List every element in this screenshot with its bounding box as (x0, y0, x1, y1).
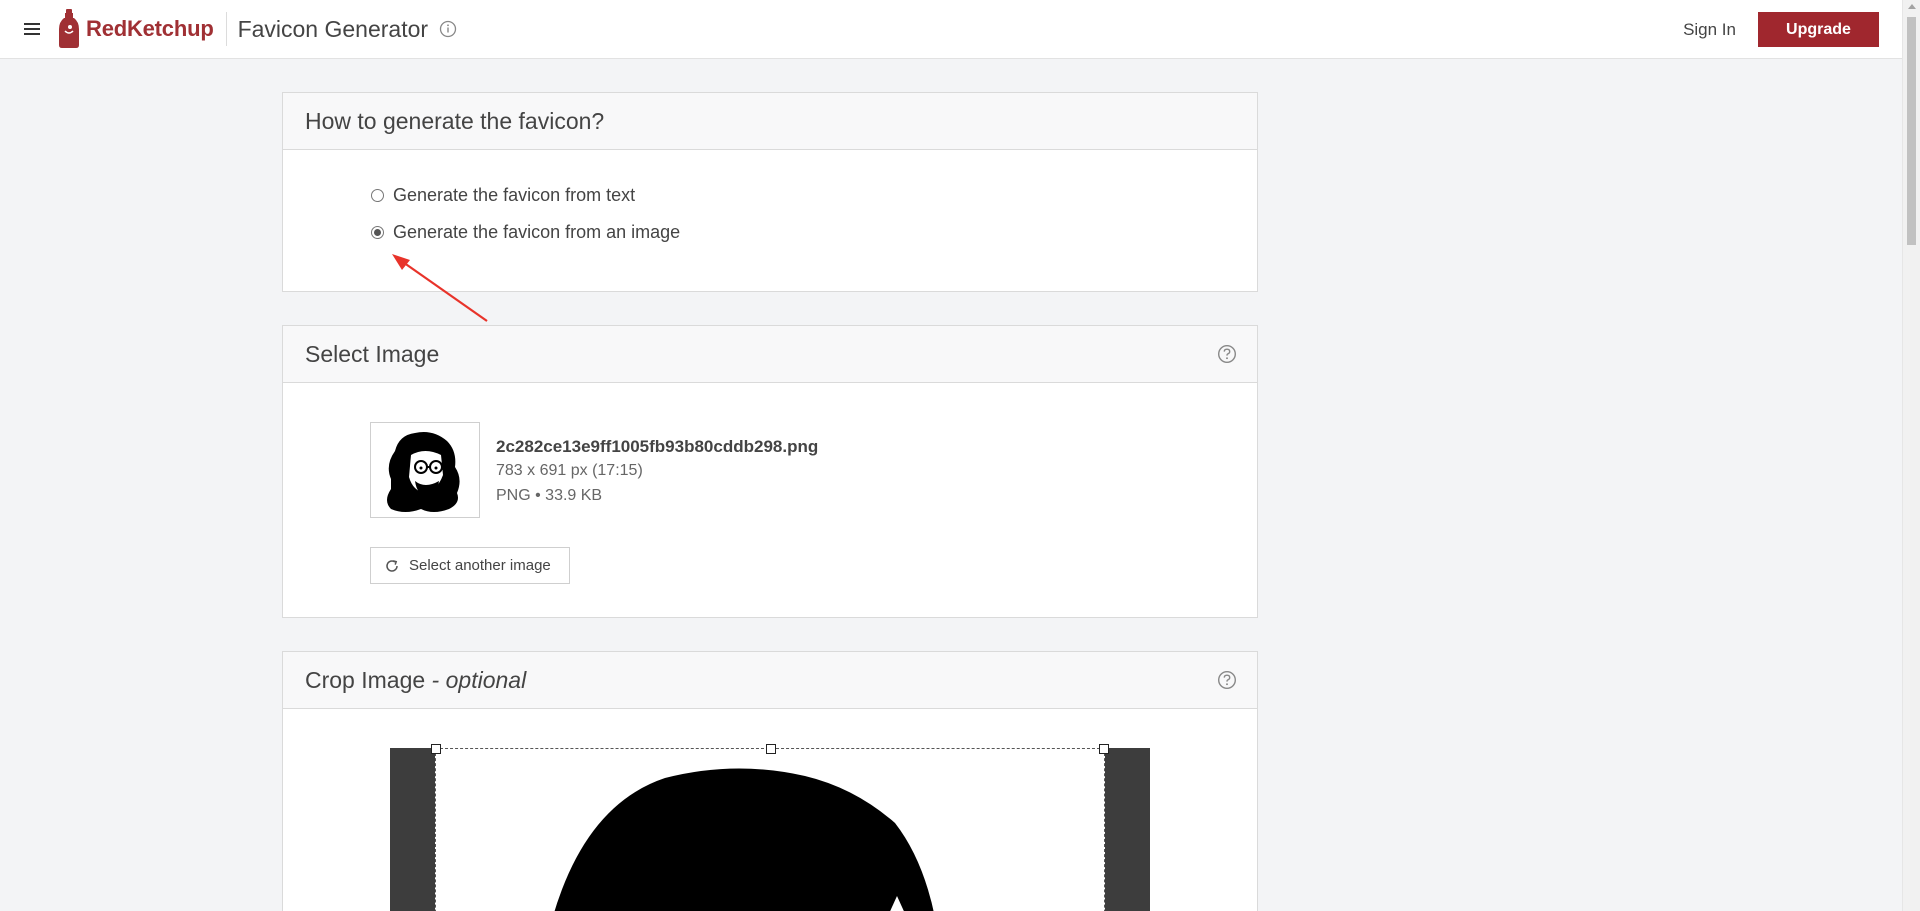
radio-label: Generate the favicon from text (393, 185, 636, 205)
scroll-up-arrow[interactable] (1908, 4, 1916, 9)
panel-header: Crop Image - optional (283, 652, 1257, 709)
radio-label: Generate the favicon from an image (393, 222, 681, 242)
select-another-image-button[interactable]: Select another image (370, 547, 570, 584)
panel-header: How to generate the favicon? (283, 93, 1257, 150)
generation-method-panel: How to generate the favicon? Generate th… (282, 92, 1258, 292)
scroll-thumb[interactable] (1907, 17, 1916, 245)
sign-in-link[interactable]: Sign In (1683, 20, 1736, 40)
ketchup-bottle-logo-icon (59, 9, 79, 48)
page-scrollbar[interactable] (1902, 0, 1920, 911)
panel-title: Select Image (305, 340, 440, 367)
info-icon[interactable] (439, 20, 457, 38)
crop-image-panel: Crop Image - optional (282, 651, 1258, 911)
radio-option-text[interactable]: Generate the favicon from text (371, 185, 635, 206)
brand-logo[interactable]: RedKetchup (58, 9, 214, 49)
crop-dim-left (390, 748, 435, 911)
panel-header: Select Image (283, 326, 1257, 383)
menu-icon[interactable] (20, 17, 44, 41)
brand-name: RedKetchup (86, 16, 214, 41)
crop-title-optional: - optional (425, 666, 527, 693)
file-name: 2c282ce13e9ff1005fb93b80cddb298.png (496, 437, 819, 456)
image-thumbnail (370, 422, 480, 518)
panel-title: Crop Image - optional (305, 667, 526, 694)
file-dimensions: 783 x 691 px (17:15) (496, 462, 643, 479)
radio-icon[interactable] (371, 189, 384, 202)
crop-dim-right (1105, 748, 1150, 911)
select-another-image-label: Select another image (409, 557, 551, 574)
app-title: Favicon Generator (237, 15, 429, 42)
help-icon[interactable] (1217, 344, 1237, 369)
crop-title-text: Crop Image (305, 666, 426, 693)
select-image-panel: Select Image 2c282ce13e9ff1005fb93b80cdd… (282, 325, 1258, 618)
file-meta: PNG • 33.9 KB (496, 487, 603, 504)
radio-option-image[interactable]: Generate the favicon from an image (371, 222, 680, 243)
header-divider (225, 12, 227, 46)
refresh-icon (386, 559, 398, 572)
help-icon[interactable] (1217, 670, 1237, 695)
radio-icon[interactable] (371, 226, 384, 239)
crop-handle-top-right[interactable] (1099, 744, 1109, 754)
panel-title: How to generate the favicon? (305, 107, 605, 134)
crop-handle-top-center[interactable] (766, 744, 776, 754)
top-header: RedKetchup Favicon Generator Sign In Upg… (0, 0, 1902, 59)
crop-handle-top-left[interactable] (431, 744, 441, 754)
upgrade-button[interactable]: Upgrade (1758, 12, 1879, 47)
crop-canvas[interactable] (390, 744, 1150, 911)
crop-selection-box[interactable] (431, 744, 1109, 911)
